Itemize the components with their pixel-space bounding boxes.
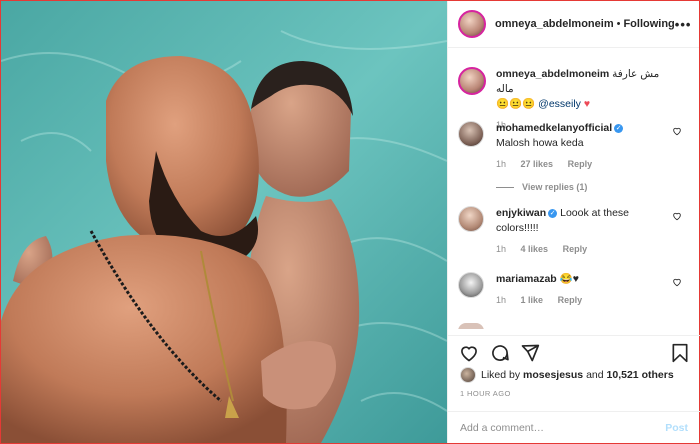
comment-likes[interactable]: 1 like (521, 295, 544, 305)
verified-badge-icon: ✓ (614, 124, 624, 133)
comment-form: Post (448, 411, 700, 443)
liker-username[interactable]: mosesjesus (523, 369, 583, 381)
comment-body: mohamedkelanyofficial ✓ Malosh howa keda … (496, 121, 666, 195)
comment-text: 😂♥ (559, 273, 579, 285)
author-avatar[interactable] (458, 10, 486, 38)
heart-icon[interactable] (459, 343, 479, 363)
like-comment-icon[interactable] (672, 126, 682, 136)
post-timestamp[interactable]: 1 HOUR AGO (460, 389, 511, 398)
caption-username[interactable]: omneya_abdelmoneim (496, 68, 609, 80)
like-comment-icon[interactable] (672, 277, 682, 287)
comment-likes[interactable]: 27 likes (521, 159, 554, 169)
next-comment-avatar (458, 323, 484, 329)
share-icon[interactable] (520, 343, 540, 363)
comment-icon[interactable] (490, 343, 510, 363)
photo-illustration (1, 1, 447, 443)
comment-time: 1h (496, 295, 507, 305)
liker-avatar[interactable] (460, 367, 476, 383)
more-options-icon[interactable]: ••• (675, 17, 692, 32)
likes-and: and (586, 369, 604, 381)
add-comment-input[interactable] (460, 421, 666, 434)
post-sidebar: omneya_abdelmoneim • Following ••• omney… (447, 1, 700, 443)
liked-by-prefix: Liked by (481, 369, 521, 381)
comment-username[interactable]: mohamedkelanyofficial (496, 122, 612, 134)
likes-summary: Liked by mosesjesus and 10,521 others (460, 367, 674, 383)
caption-avatar[interactable] (458, 67, 486, 95)
comment-meta: 1h 4 likes Reply (496, 242, 666, 257)
bookmark-icon[interactable] (670, 343, 690, 363)
mention-link[interactable]: @esseily (538, 98, 581, 110)
like-comment-icon[interactable] (672, 211, 682, 221)
comment-meta: 1h 27 likes Reply (496, 157, 666, 172)
view-replies[interactable]: View replies (1) (496, 180, 666, 195)
reply-button[interactable]: Reply (558, 295, 583, 305)
comment-meta: 1h 1 like Reply (496, 293, 666, 308)
comment-body: mariamazab 😂♥ 1h 1 like Reply (496, 272, 666, 308)
reply-button[interactable]: Reply (563, 244, 588, 254)
header-separator: • (616, 18, 621, 30)
action-bar (448, 335, 700, 367)
comment-username[interactable]: enjykiwan (496, 207, 546, 219)
comment-text: Malosh howa keda (496, 137, 584, 149)
caption-emoji: 😐😐😐 (496, 98, 536, 110)
commenter-avatar[interactable] (458, 272, 484, 298)
reply-button[interactable]: Reply (568, 159, 593, 169)
author-username[interactable]: omneya_abdelmoneim (495, 18, 614, 30)
comment-body: enjykiwan ✓ Loook at these colors!!!!! 1h… (496, 206, 666, 257)
comment-time: 1h (496, 159, 507, 169)
comment-likes[interactable]: 4 likes (521, 244, 549, 254)
comments-list[interactable]: omneya_abdelmoneim مش عارفة ماله 😐😐😐 @es… (448, 57, 700, 329)
verified-badge-icon: ✓ (548, 209, 558, 218)
view-replies-label[interactable]: View replies (1) (522, 180, 587, 195)
post-photo[interactable] (1, 1, 447, 443)
post-comment-button[interactable]: Post (665, 422, 688, 434)
commenter-avatar[interactable] (458, 206, 484, 232)
likes-others-count[interactable]: 10,521 others (607, 369, 674, 381)
replies-line (496, 187, 514, 188)
comment-username[interactable]: mariamazab (496, 273, 557, 285)
comment-time: 1h (496, 244, 507, 254)
post-header: omneya_abdelmoneim • Following ••• (448, 1, 699, 48)
following-button[interactable]: Following (623, 18, 674, 30)
commenter-avatar[interactable] (458, 121, 484, 147)
heart-emoji: ♥ (583, 98, 591, 110)
